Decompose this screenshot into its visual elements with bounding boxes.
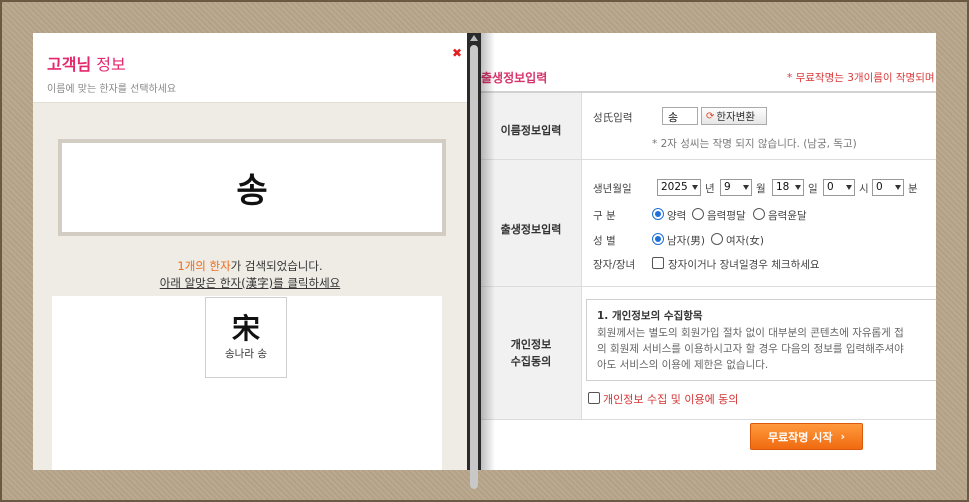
- chevron-down-icon: [743, 185, 749, 190]
- privacy-consent-box[interactable]: 1. 개인정보의 수집항목 회원께서는 별도의 회원가입 절차 없이 대부분의 …: [586, 299, 936, 381]
- eldest-text: 장자이거나 장녀일경우 체크하세요: [668, 259, 820, 271]
- customer-info-popup: 고객님 정보 이름에 맞는 한자를 선택하세요 ✖ 송 1개의 한자가 검색되었…: [33, 33, 467, 470]
- calendar-leap-radio[interactable]: [753, 208, 765, 220]
- name-display-box: 송: [58, 139, 446, 236]
- birth-info-form: 출생정보입력 * 무료작명는 3개이름이 작명되며 이름정보입력 성氏입력 송 …: [481, 33, 936, 470]
- result-suffix: 가 검색되었습니다.: [230, 259, 323, 273]
- chevron-down-icon: [846, 185, 852, 190]
- hour-unit: 시: [859, 183, 869, 195]
- start-naming-label: 무료작명 시작: [767, 430, 833, 444]
- privacy-agree-label[interactable]: 개인정보 수집 및 이용에 동의: [603, 391, 738, 407]
- gender-female-radio[interactable]: [711, 233, 723, 245]
- eldest-checkbox[interactable]: [652, 257, 664, 269]
- form-header: 출생정보입력 * 무료작명는 3개이름이 작명되며: [481, 33, 936, 93]
- popup-scrollbar[interactable]: [467, 33, 481, 489]
- row-divider: [481, 286, 936, 287]
- hanja-convert-label: 한자변환: [716, 110, 756, 123]
- name-display: 송: [236, 171, 268, 211]
- row-divider: [481, 159, 936, 160]
- day-unit: 일: [808, 183, 818, 195]
- chevron-down-icon: [895, 185, 901, 190]
- refresh-icon: ⟳: [706, 110, 715, 122]
- name-section-label: 이름정보입력: [500, 124, 562, 137]
- hanja-option-card[interactable]: 宋 송나라 송: [205, 297, 287, 378]
- gender-male-label: 남자(男): [667, 235, 706, 247]
- hanja-convert-button[interactable]: ⟳ 한자변환: [701, 107, 767, 125]
- popup-body: 송 1개의 한자가 검색되었습니다. 아래 알맞은 한자(漢字)를 클릭하세요 …: [33, 103, 467, 470]
- surname-hint: * 2자 성씨는 작명 되지 않습니다. (남궁, 독고): [652, 138, 857, 150]
- calendar-label: 구 분: [593, 210, 616, 222]
- popup-header: 고객님 정보 이름에 맞는 한자를 선택하세요 ✖: [33, 33, 467, 103]
- calendar-leap-label: 음력윤달: [768, 210, 807, 222]
- calendar-lunar-label: 음력평달: [707, 210, 746, 222]
- start-naming-button[interactable]: 무료작명 시작 ›: [750, 423, 863, 450]
- search-result-text: 1개의 한자가 검색되었습니다.: [33, 258, 467, 274]
- hanja-meaning: 송나라 송: [225, 348, 267, 360]
- year-unit: 년: [705, 183, 715, 195]
- eldest-label: 장자/장녀: [593, 259, 636, 271]
- consent-title: 1. 개인정보의 수집항목: [597, 310, 703, 322]
- birth-section-label: 출생정보입력: [500, 223, 562, 236]
- privacy-agree-checkbox[interactable]: [588, 392, 600, 404]
- hanja-list: 宋 송나라 송: [52, 296, 442, 470]
- calendar-solar-label: 양력: [667, 210, 687, 222]
- column-divider: [581, 93, 582, 419]
- chevron-down-icon: [692, 185, 698, 190]
- popup-title-rest: 정보: [91, 55, 126, 74]
- hour-value: 0: [827, 181, 834, 193]
- day-value: 18: [776, 181, 790, 193]
- calendar-lunar-radio[interactable]: [692, 208, 704, 220]
- scroll-up-arrow-icon[interactable]: [470, 35, 478, 41]
- result-count: 1개의 한자: [177, 259, 231, 273]
- year-select[interactable]: 2025: [657, 179, 701, 196]
- month-value: 9: [724, 181, 731, 193]
- label-column: [481, 93, 581, 419]
- hour-select[interactable]: 0: [823, 179, 855, 196]
- hanja-character: 宋: [231, 312, 260, 345]
- instruction-text: 아래 알맞은 한자(漢字)를 클릭하세요: [159, 276, 341, 290]
- form-bottom-divider: [481, 419, 936, 420]
- privacy-label-line1: 개인정보: [510, 338, 552, 351]
- consent-line: 의 회원제 서비스를 이용하시고자 할 경우 다음의 정보를 입력해주셔야: [597, 343, 904, 355]
- year-value: 2025: [661, 181, 688, 193]
- chevron-right-icon: ›: [840, 430, 846, 443]
- day-select[interactable]: 18: [772, 179, 804, 196]
- month-select[interactable]: 9: [720, 179, 752, 196]
- consent-line: 회원께서는 별도의 회원가입 절차 없이 대부분의 콘텐츠에 자유롭게 접: [597, 327, 904, 339]
- minute-select[interactable]: 0: [872, 179, 904, 196]
- calendar-solar-radio[interactable]: [652, 208, 664, 220]
- popup-title: 고객님 정보: [47, 51, 467, 75]
- surname-label: 성氏입력: [593, 112, 633, 124]
- consent-line: 아도 서비스의 이용에 제한은 없습니다.: [597, 359, 769, 371]
- gender-female-label: 여자(女): [726, 235, 765, 247]
- birth-date-label: 생년월일: [593, 183, 632, 195]
- popup-subtitle: 이름에 맞는 한자를 선택하세요: [47, 84, 177, 95]
- privacy-label-line2: 수집동의: [510, 355, 552, 368]
- gender-male-radio[interactable]: [652, 233, 664, 245]
- popup-title-main: 고객님: [47, 55, 92, 74]
- minute-unit: 분: [908, 183, 918, 195]
- surname-input[interactable]: 송: [662, 107, 698, 125]
- scroll-thumb[interactable]: [470, 45, 478, 489]
- form-note: * 무료작명는 3개이름이 작명되며: [787, 72, 935, 84]
- gender-label: 성 별: [593, 235, 616, 247]
- chevron-down-icon: [795, 185, 801, 190]
- close-icon[interactable]: ✖: [451, 47, 463, 59]
- month-unit: 월: [756, 183, 766, 195]
- panel-shadow: [481, 33, 495, 470]
- minute-value: 0: [876, 181, 883, 193]
